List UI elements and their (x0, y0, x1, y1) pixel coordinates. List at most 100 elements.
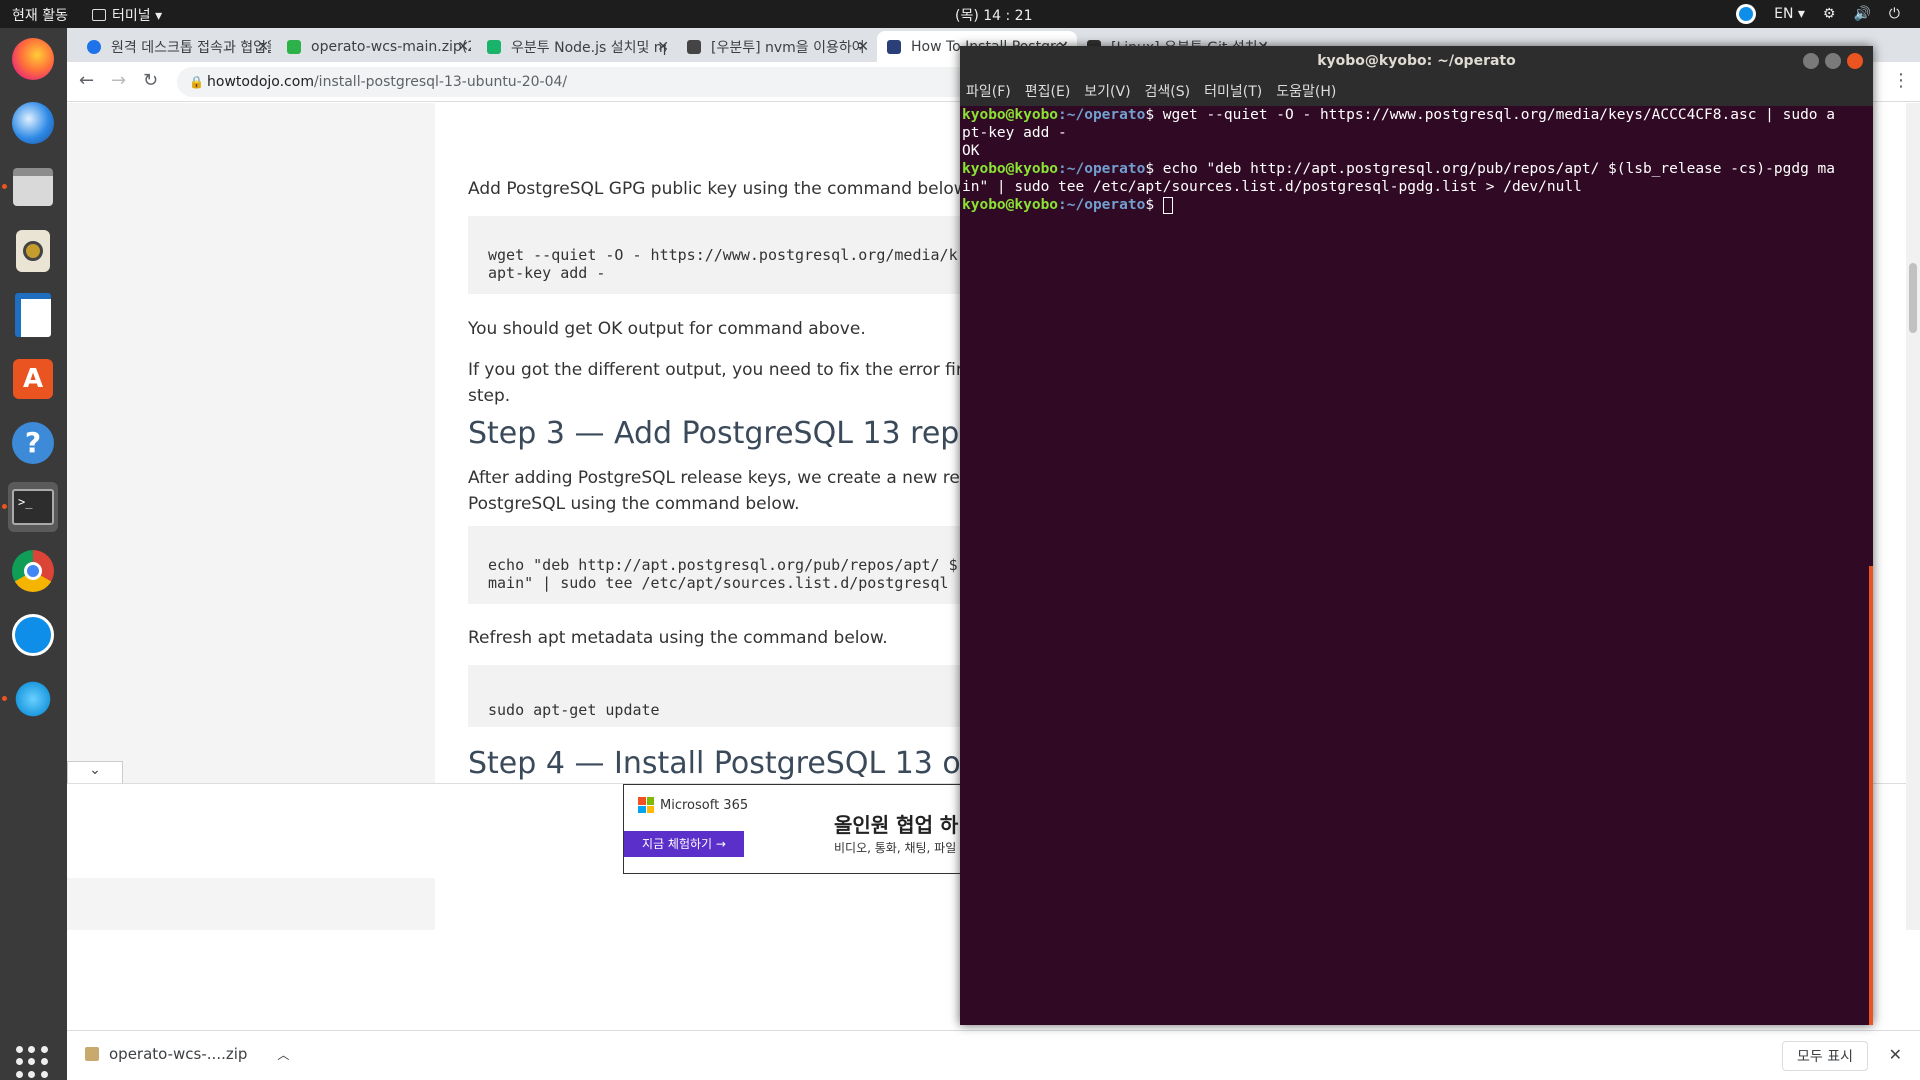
lock-icon[interactable]: 🔒 (189, 67, 204, 97)
help-icon: ? (12, 422, 54, 464)
download-bar: operato-wcs-....zip ︿ 모두 표시 ✕ (67, 1030, 1920, 1080)
gnome-top-bar: 현재 활동 터미널 ▾ (목) 14 : 21 EN ▾ ⚙ 🔊 ⏻ (0, 0, 1920, 28)
terminal-line: in" | sudo tee /etc/apt/sources.list.d/p… (962, 179, 1582, 195)
firefox-icon (12, 38, 54, 80)
terminal-title: kyobo@kyobo: ~/operato (1317, 53, 1516, 69)
download-item[interactable]: operato-wcs-....zip ︿ (85, 1045, 289, 1063)
tab-favicon-icon (87, 39, 101, 54)
close-tab-icon[interactable]: ✕ (457, 39, 469, 55)
chrome-icon (12, 550, 54, 592)
menu-view[interactable]: 보기(V) (1084, 81, 1130, 101)
paragraph: You should get OK output for command abo… (468, 319, 866, 339)
ad-headline: 올인원 협업 하 (834, 813, 959, 837)
teamviewer-tray-icon[interactable] (1736, 4, 1757, 24)
close-download-bar-icon[interactable]: ✕ (1889, 1045, 1902, 1064)
reload-icon[interactable]: ↻ (143, 70, 158, 91)
paragraph: If you got the different output, you nee… (468, 360, 995, 406)
browser-tab[interactable]: 원격 데스크톱 접속과 협업을 ✕ (77, 31, 277, 62)
forward-icon[interactable]: → (111, 70, 126, 91)
running-indicator (2, 184, 7, 189)
terminal-line: kyobo@kyobo:~/operato$ (962, 196, 1873, 214)
close-tab-icon[interactable]: ✕ (257, 39, 269, 55)
software-icon: A (13, 359, 53, 399)
dock-help[interactable]: ? (8, 418, 58, 468)
rhythmbox-icon (16, 230, 50, 272)
minimize-icon[interactable] (1803, 53, 1819, 69)
dock: A ? >_ (0, 28, 67, 1080)
volume-icon[interactable]: 🔊 (1853, 6, 1870, 22)
paragraph: Add PostgreSQL GPG public key using the … (468, 179, 972, 199)
dock-chrome[interactable] (8, 546, 58, 596)
app-menu[interactable]: 터미널 ▾ (92, 5, 162, 25)
menu-edit[interactable]: 편집(E) (1025, 81, 1071, 101)
paragraph: Refresh apt metadata using the command b… (468, 628, 888, 648)
terminal-menubar: 파일(F) 편집(E) 보기(V) 검색(S) 터미널(T) 도움말(H) (960, 76, 1873, 106)
ad-brand: Microsoft 365 (638, 797, 748, 813)
dock-rhythmbox[interactable] (8, 226, 58, 276)
terminal-titlebar[interactable]: kyobo@kyobo: ~/operato (960, 46, 1873, 76)
paragraph: After adding PostgreSQL release keys, we… (468, 468, 995, 514)
teamviewer-icon (12, 614, 54, 656)
close-tab-icon[interactable]: ✕ (857, 39, 869, 55)
menu-search[interactable]: 검색(S) (1145, 81, 1191, 101)
menu-help[interactable]: 도움말(H) (1276, 81, 1336, 101)
dock-files[interactable] (2, 162, 58, 212)
ad-subtext: 비디오, 통화, 채팅, 파일 (834, 841, 957, 855)
dock-teamviewer[interactable] (8, 610, 58, 660)
terminal-scrollbar[interactable] (1869, 566, 1873, 1025)
dock-firefox[interactable] (8, 34, 58, 84)
close-icon[interactable] (1847, 53, 1863, 69)
browser-tab[interactable]: [우분투] nvm을 이용하여 ✕ (677, 31, 877, 62)
url-path: /install-postgresql-13-ubuntu-20-04/ (313, 74, 568, 90)
app-menu-label: 터미널 ▾ (112, 8, 163, 24)
terminal-small-icon (92, 9, 106, 21)
dock-software[interactable]: A (8, 354, 58, 404)
ad-collapse-button[interactable]: ⌄ (67, 761, 123, 783)
thunderbird-icon (12, 102, 54, 144)
power-icon[interactable]: ⏻ (1889, 6, 1900, 22)
writer-icon (15, 293, 51, 337)
running-indicator (2, 504, 7, 509)
menu-icon[interactable]: ⋮ (1892, 70, 1910, 91)
back-icon[interactable]: ← (79, 70, 94, 91)
terminal-window: kyobo@kyobo: ~/operato 파일(F) 편집(E) 보기(V)… (960, 46, 1873, 1025)
network-icon[interactable]: ⚙ (1823, 6, 1836, 22)
tab-favicon-icon (687, 39, 701, 54)
dock-splash[interactable] (2, 674, 58, 724)
browser-tab[interactable]: 우분투 Node.js 설치및 npm ✕ (477, 31, 677, 62)
splash-icon (13, 679, 53, 719)
heading-step4: Step 4 — Install PostgreSQL 13 on U (468, 746, 1012, 781)
dock-thunderbird[interactable] (8, 98, 58, 148)
tab-favicon-icon (287, 39, 301, 54)
zip-file-icon (85, 1047, 99, 1061)
scrollbar-thumb[interactable] (1909, 263, 1917, 333)
dock-writer[interactable] (8, 290, 58, 340)
ad-cta-button[interactable]: 지금 체험하기 → (624, 831, 744, 857)
terminal-line: kyobo@kyobo:~/operato$ wget --quiet -O -… (962, 107, 1835, 123)
language-indicator[interactable]: EN ▾ (1774, 6, 1805, 22)
dock-terminal[interactable]: >_ (2, 482, 58, 532)
page-scrollbar[interactable] (1906, 103, 1920, 930)
terminal-output[interactable]: kyobo@kyobo:~/operato$ wget --quiet -O -… (960, 106, 1873, 1025)
microsoft-logo-icon (638, 797, 654, 813)
menu-terminal[interactable]: 터미널(T) (1204, 81, 1262, 101)
tab-favicon-icon (887, 39, 901, 54)
terminal-cursor (1162, 196, 1173, 214)
terminal-line: OK (962, 143, 980, 159)
show-all-button[interactable]: 모두 표시 (1782, 1041, 1868, 1071)
url-host: howtodojo.com (207, 74, 314, 90)
show-applications-icon[interactable] (16, 1046, 48, 1078)
close-tab-icon[interactable]: ✕ (657, 39, 669, 55)
menu-file[interactable]: 파일(F) (966, 81, 1011, 101)
browser-tab[interactable]: operato-wcs-main.zip(2) ✕ (277, 31, 477, 62)
files-icon (13, 168, 53, 206)
heading-step3: Step 3 — Add PostgreSQL 13 reposi (468, 416, 1002, 451)
maximize-icon[interactable] (1825, 53, 1841, 69)
clock[interactable]: (목) 14 : 21 (955, 5, 1033, 25)
terminal-line: kyobo@kyobo:~/operato$ echo "deb http://… (962, 161, 1835, 177)
system-tray: EN ▾ ⚙ 🔊 ⏻ (1736, 4, 1900, 24)
terminal-icon: >_ (12, 489, 54, 525)
chevron-up-icon[interactable]: ︿ (277, 1046, 289, 1063)
terminal-line: pt-key add - (962, 125, 1067, 141)
activities-button[interactable]: 현재 활동 (12, 5, 68, 25)
